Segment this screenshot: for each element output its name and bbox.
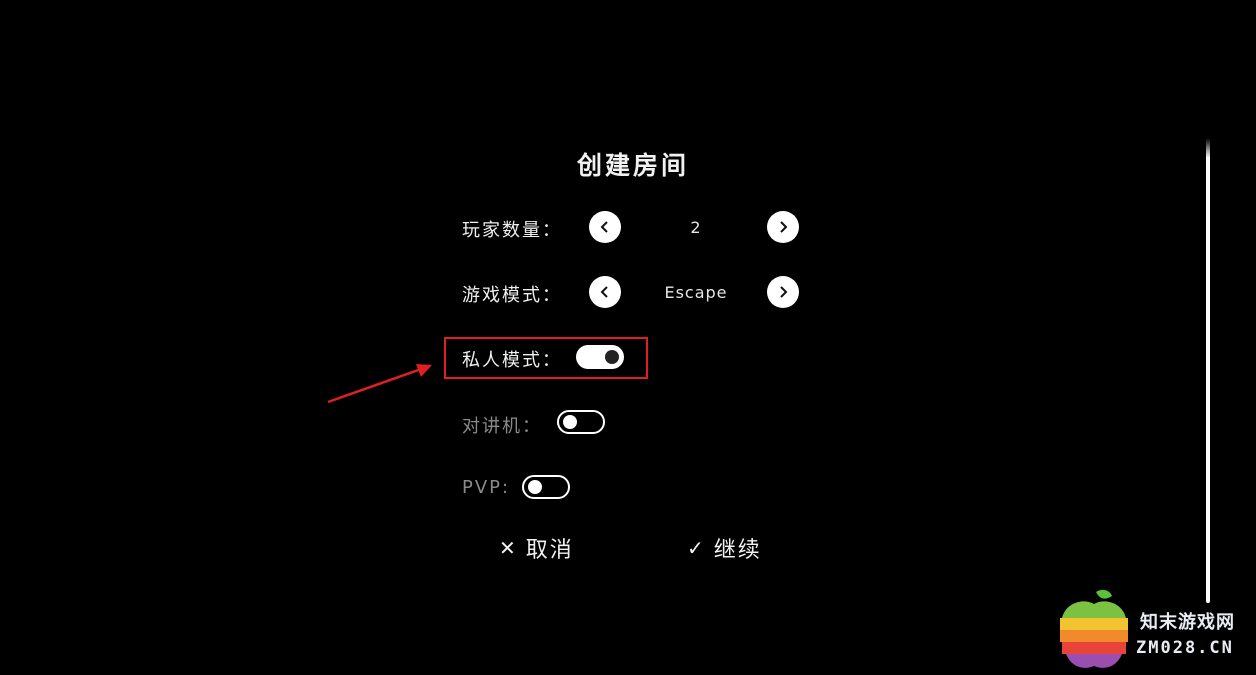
pvp-toggle[interactable] <box>522 475 570 499</box>
create-room-screen: 创建房间 玩家数量： 2 游戏模式： Escape 私人模式： 对讲机： PVP… <box>0 0 1256 675</box>
chevron-right-icon <box>780 221 788 233</box>
annotation-arrow-icon <box>327 364 432 404</box>
close-icon: ✕ <box>499 536 518 560</box>
annotation-highlight-box <box>444 337 648 379</box>
apple-logo-icon <box>1060 589 1128 668</box>
dialog-title: 创建房间 <box>576 151 689 180</box>
player-count-label: 玩家数量： <box>462 220 562 241</box>
watermark-line1: 知末游戏网 <box>1140 612 1235 633</box>
chevron-left-icon <box>600 221 608 233</box>
game-mode-value: Escape <box>664 283 728 302</box>
toggle-knob <box>528 480 542 494</box>
cancel-button[interactable]: ✕ 取消 <box>499 532 574 564</box>
game-mode-label: 游戏模式： <box>462 285 562 306</box>
cancel-label: 取消 <box>525 538 574 563</box>
scrollbar[interactable] <box>1206 138 1210 603</box>
walkie-talkie-label: 对讲机： <box>462 416 542 437</box>
watermark: 知末游戏网 ZM028.CN <box>1056 588 1252 672</box>
watermark-line2: ZM028.CN <box>1136 638 1234 658</box>
continue-label: 继续 <box>713 538 762 563</box>
game-mode-next-button[interactable] <box>767 276 799 308</box>
pvp-label: PVP: <box>462 477 511 498</box>
player-count-value: 2 <box>690 218 702 237</box>
chevron-left-icon <box>600 286 608 298</box>
continue-button[interactable]: ✓ 继续 <box>687 532 762 564</box>
chevron-right-icon <box>780 286 788 298</box>
game-mode-prev-button[interactable] <box>589 276 621 308</box>
walkie-talkie-toggle[interactable] <box>557 410 605 434</box>
player-count-prev-button[interactable] <box>589 211 621 243</box>
player-count-next-button[interactable] <box>767 211 799 243</box>
toggle-knob <box>563 415 577 429</box>
check-icon: ✓ <box>687 536 706 560</box>
